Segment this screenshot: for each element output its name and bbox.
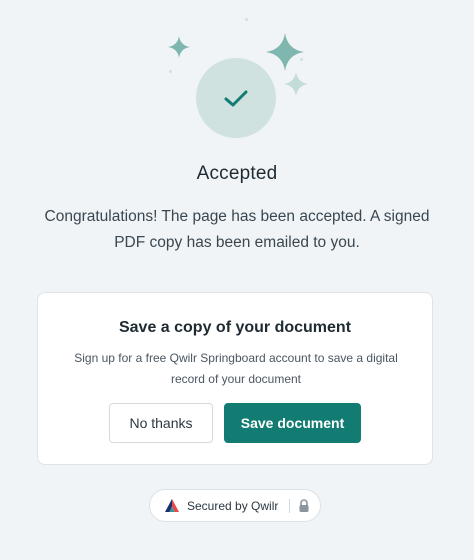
secured-by-badge[interactable]: Secured by Qwilr bbox=[149, 489, 321, 522]
confirmation-message: Congratulations! The page has been accep… bbox=[44, 208, 430, 251]
card-description: Sign up for a free Qwilr Springboard acc… bbox=[74, 351, 398, 386]
sparkle-icon bbox=[168, 36, 190, 58]
card-title: Save a copy of your document bbox=[118, 319, 352, 336]
save-document-button[interactable]: Save document bbox=[224, 403, 361, 443]
sparkle-icon bbox=[284, 72, 308, 96]
qwilr-logo-icon bbox=[165, 499, 179, 512]
lock-icon bbox=[299, 499, 309, 512]
check-icon bbox=[224, 90, 248, 107]
secured-by-label: Secured by Qwilr bbox=[187, 499, 279, 513]
success-badge bbox=[196, 58, 276, 138]
sparkle-dot bbox=[245, 18, 248, 21]
success-illustration bbox=[0, 0, 474, 150]
sparkle-dot bbox=[300, 58, 303, 61]
sparkle-icon bbox=[266, 33, 304, 71]
badge-divider bbox=[289, 499, 290, 513]
no-thanks-button[interactable]: No thanks bbox=[109, 403, 213, 443]
page-title: Accepted bbox=[196, 163, 278, 184]
sparkle-dot bbox=[169, 70, 172, 73]
save-copy-card: Save a copy of your document Sign up for… bbox=[37, 292, 433, 465]
